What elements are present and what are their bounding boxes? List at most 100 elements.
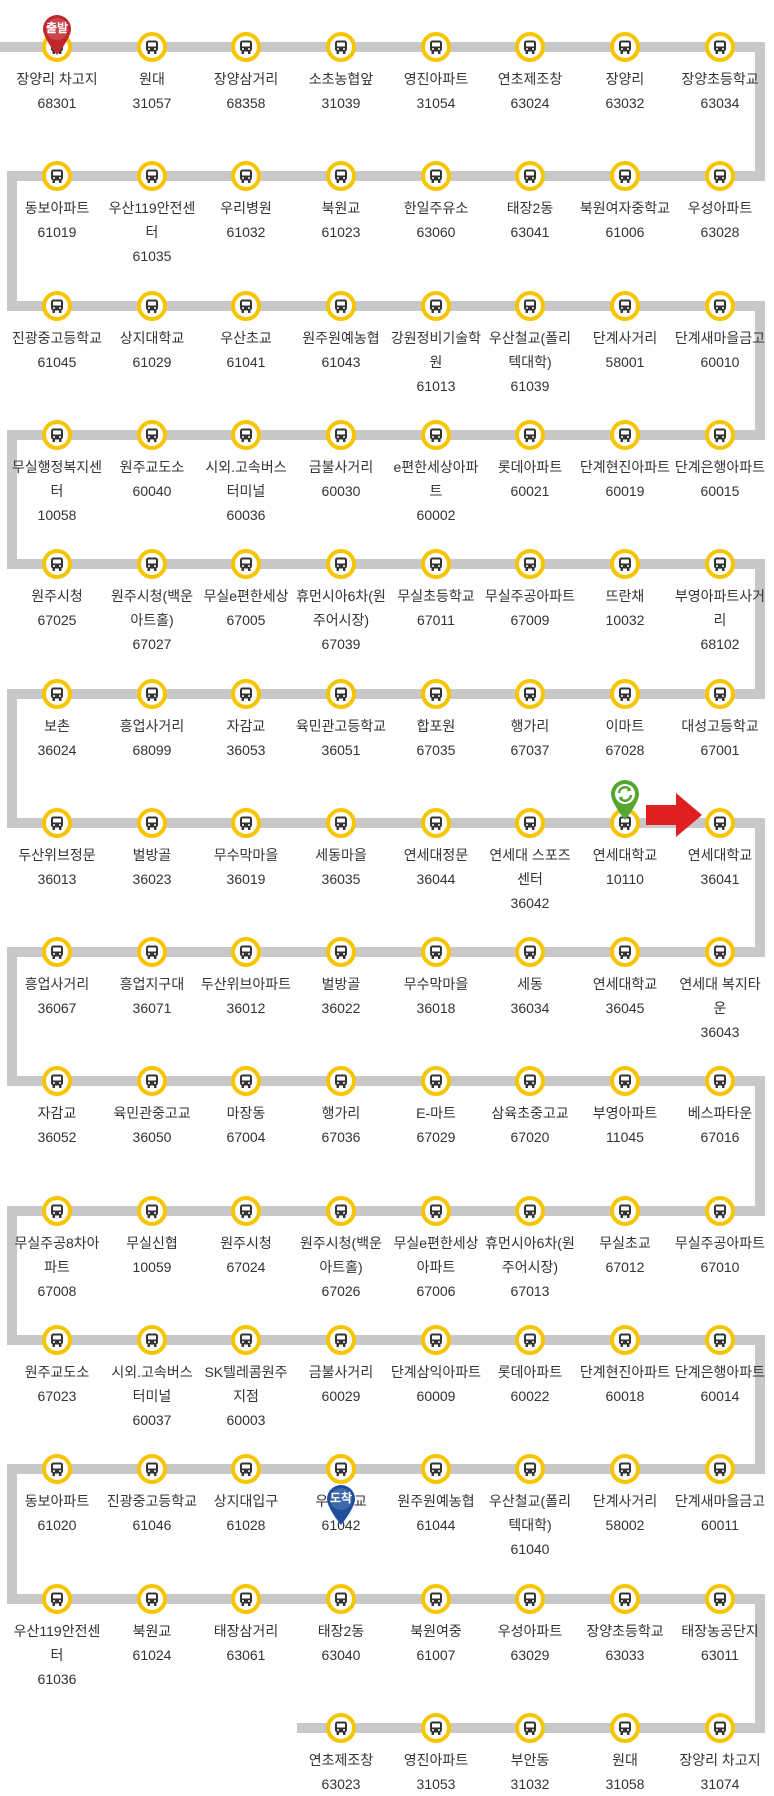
bus-stop[interactable]: 연세대 스포즈센터 36042	[483, 808, 577, 915]
bus-stop[interactable]: 흥업사거리 36067	[10, 937, 104, 1020]
bus-stop[interactable]: 북원교 61023	[294, 161, 388, 244]
bus-stop[interactable]: 원주시청(백운아트홀) 67027	[105, 549, 199, 656]
bus-stop[interactable]: 베스파타운 67016	[673, 1066, 767, 1149]
bus-stop[interactable]: 장양초등학교 63034	[673, 32, 767, 115]
bus-stop[interactable]: 우산초교 61041	[199, 291, 293, 374]
bus-stop[interactable]: 태장농공단지 63011	[673, 1584, 767, 1667]
bus-stop[interactable]: 장양리 차고지 31074	[673, 1713, 767, 1796]
bus-stop[interactable]: 삼육초중고교 67020	[483, 1066, 577, 1149]
bus-stop[interactable]: 단계사거리 58002	[578, 1454, 672, 1537]
bus-stop[interactable]: 원주원예농협 61043	[294, 291, 388, 374]
bus-stop[interactable]: 태장2동 63041	[483, 161, 577, 244]
bus-stop[interactable]: 휴먼시아6차(원주어시장) 67013	[483, 1196, 577, 1303]
bus-stop[interactable]: 장양초등학교 63033	[578, 1584, 672, 1667]
bus-stop[interactable]: 세동마을 36035	[294, 808, 388, 891]
bus-stop[interactable]: 무실초교 67012	[578, 1196, 672, 1279]
bus-stop[interactable]: 원주원예농협 61044	[389, 1454, 483, 1537]
bus-stop[interactable]: 장양삼거리 68358	[199, 32, 293, 115]
bus-stop[interactable]: 우리병원 61032	[199, 161, 293, 244]
bus-stop[interactable]: 연초제조창 63024	[483, 32, 577, 115]
bus-stop[interactable]: 휴먼시아6차(원주어시장) 67039	[294, 549, 388, 656]
bus-stop[interactable]: 마장동 67004	[199, 1066, 293, 1149]
bus-stop[interactable]: 대성고등학교 67001	[673, 679, 767, 762]
bus-stop[interactable]: 태장2동 63040	[294, 1584, 388, 1667]
bus-stop[interactable]: 보촌 36024	[10, 679, 104, 762]
bus-stop[interactable]: 북원교 61024	[105, 1584, 199, 1667]
bus-stop[interactable]: 원주시청 67025	[10, 549, 104, 632]
bus-stop[interactable]: 원주교도소 67023	[10, 1325, 104, 1408]
bus-stop[interactable]: 자감교 36052	[10, 1066, 104, 1149]
bus-stop[interactable]: 상지대입구 61028	[199, 1454, 293, 1537]
bus-stop[interactable]: 세동 36034	[483, 937, 577, 1020]
bus-stop[interactable]: 합포원 67035	[389, 679, 483, 762]
bus-stop[interactable]: 무수막마을 36018	[389, 937, 483, 1020]
bus-stop[interactable]: 소초농협앞 31039	[294, 32, 388, 115]
bus-stop[interactable]: 동보아파트 61020	[10, 1454, 104, 1537]
bus-stop[interactable]: 뜨란채 10032	[578, 549, 672, 632]
bus-stop[interactable]: 원대 31058	[578, 1713, 672, 1796]
bus-stop[interactable]: 연세대정문 36044	[389, 808, 483, 891]
bus-stop[interactable]: 단계삼익아파트 60009	[389, 1325, 483, 1408]
bus-stop[interactable]: 부영아파트 11045	[578, 1066, 672, 1149]
bus-stop[interactable]: 흥업사거리 68099	[105, 679, 199, 762]
bus-stop[interactable]: 무수막마을 36019	[199, 808, 293, 891]
bus-stop[interactable]: 육민관고등학교 36051	[294, 679, 388, 762]
bus-stop[interactable]: 단계사거리 58001	[578, 291, 672, 374]
bus-stop[interactable]: 시외.고속버스터미널 60037	[105, 1325, 199, 1432]
bus-stop[interactable]: 진광중고등학교 61046	[105, 1454, 199, 1537]
bus-stop[interactable]: 상지대학교 61029	[105, 291, 199, 374]
bus-stop[interactable]: 우산119안전센터 61035	[105, 161, 199, 268]
bus-stop[interactable]: e편한세상아파트 60002	[389, 420, 483, 527]
bus-stop[interactable]: 금불사거리 60030	[294, 420, 388, 503]
bus-stop[interactable]: 우산119안전센터 61036	[10, 1584, 104, 1691]
bus-stop[interactable]: 육민관중고교 36050	[105, 1066, 199, 1149]
bus-stop[interactable]: 우성아파트 63029	[483, 1584, 577, 1667]
bus-stop[interactable]: 영진아파트 31054	[389, 32, 483, 115]
bus-stop[interactable]: 무실행정복지센터 10058	[10, 420, 104, 527]
bus-stop[interactable]: 한일주유소 63060	[389, 161, 483, 244]
bus-stop[interactable]: E-마트 67029	[389, 1066, 483, 1149]
bus-stop[interactable]: 우산철교(폴리텍대학) 61040	[483, 1454, 577, 1561]
bus-stop[interactable]: 무실신협 10059	[105, 1196, 199, 1279]
bus-stop[interactable]: 진광중고등학교 61045	[10, 291, 104, 374]
bus-stop[interactable]: 흥업지구대 36071	[105, 937, 199, 1020]
bus-stop[interactable]: 롯데아파트 60022	[483, 1325, 577, 1408]
bus-stop[interactable]: 무실주공아파트 67009	[483, 549, 577, 632]
bus-stop[interactable]: 롯데아파트 60021	[483, 420, 577, 503]
bus-stop[interactable]: 북원여자중학교 61006	[578, 161, 672, 244]
bus-stop[interactable]: 연세대학교 36045	[578, 937, 672, 1020]
bus-stop[interactable]: 단계은행아파트 60014	[673, 1325, 767, 1408]
bus-stop[interactable]: 우성아파트 63028	[673, 161, 767, 244]
bus-stop[interactable]: 벌방골 36022	[294, 937, 388, 1020]
bus-stop[interactable]: 원대 31057	[105, 32, 199, 115]
bus-stop[interactable]: 두산위브정문 36013	[10, 808, 104, 891]
bus-stop[interactable]: 행가리 67036	[294, 1066, 388, 1149]
bus-stop[interactable]: 부안동 31032	[483, 1713, 577, 1796]
bus-stop[interactable]: 북원여중 61007	[389, 1584, 483, 1667]
bus-stop[interactable]: 금불사거리 60029	[294, 1325, 388, 1408]
bus-stop[interactable]: 단계현진아파트 60018	[578, 1325, 672, 1408]
bus-stop[interactable]: 자감교 36053	[199, 679, 293, 762]
bus-stop[interactable]: 벌방골 36023	[105, 808, 199, 891]
bus-stop[interactable]: 부영아파트사거리 68102	[673, 549, 767, 656]
bus-stop[interactable]: 행가리 67037	[483, 679, 577, 762]
bus-stop[interactable]: 원주시청 67024	[199, 1196, 293, 1279]
bus-stop[interactable]: 태장삼거리 63061	[199, 1584, 293, 1667]
bus-stop[interactable]: 우산철교(폴리텍대학) 61039	[483, 291, 577, 398]
bus-stop[interactable]: 무실주공8차아파트 67008	[10, 1196, 104, 1303]
bus-stop[interactable]: 무실e편한세상아파트 67006	[389, 1196, 483, 1303]
bus-stop[interactable]: 강원정비기술학원 61013	[389, 291, 483, 398]
bus-stop[interactable]: 영진아파트 31053	[389, 1713, 483, 1796]
bus-stop[interactable]: SK텔레콤원주지점 60003	[199, 1325, 293, 1432]
bus-stop[interactable]: 단계새마을금고 60011	[673, 1454, 767, 1537]
bus-stop[interactable]: 무실주공아파트 67010	[673, 1196, 767, 1279]
bus-stop[interactable]: 무실초등학교 67011	[389, 549, 483, 632]
bus-stop[interactable]: 단계현진아파트 60019	[578, 420, 672, 503]
bus-stop[interactable]: 두산위브아파트 36012	[199, 937, 293, 1020]
bus-stop[interactable]: 단계은행아파트 60015	[673, 420, 767, 503]
bus-stop[interactable]: 원주교도소 60040	[105, 420, 199, 503]
bus-stop[interactable]: 동보아파트 61019	[10, 161, 104, 244]
bus-stop[interactable]: 원주시청(백운아트홀) 67026	[294, 1196, 388, 1303]
bus-stop[interactable]: 연초제조창 63023	[294, 1713, 388, 1796]
bus-stop[interactable]: 이마트 67028	[578, 679, 672, 762]
